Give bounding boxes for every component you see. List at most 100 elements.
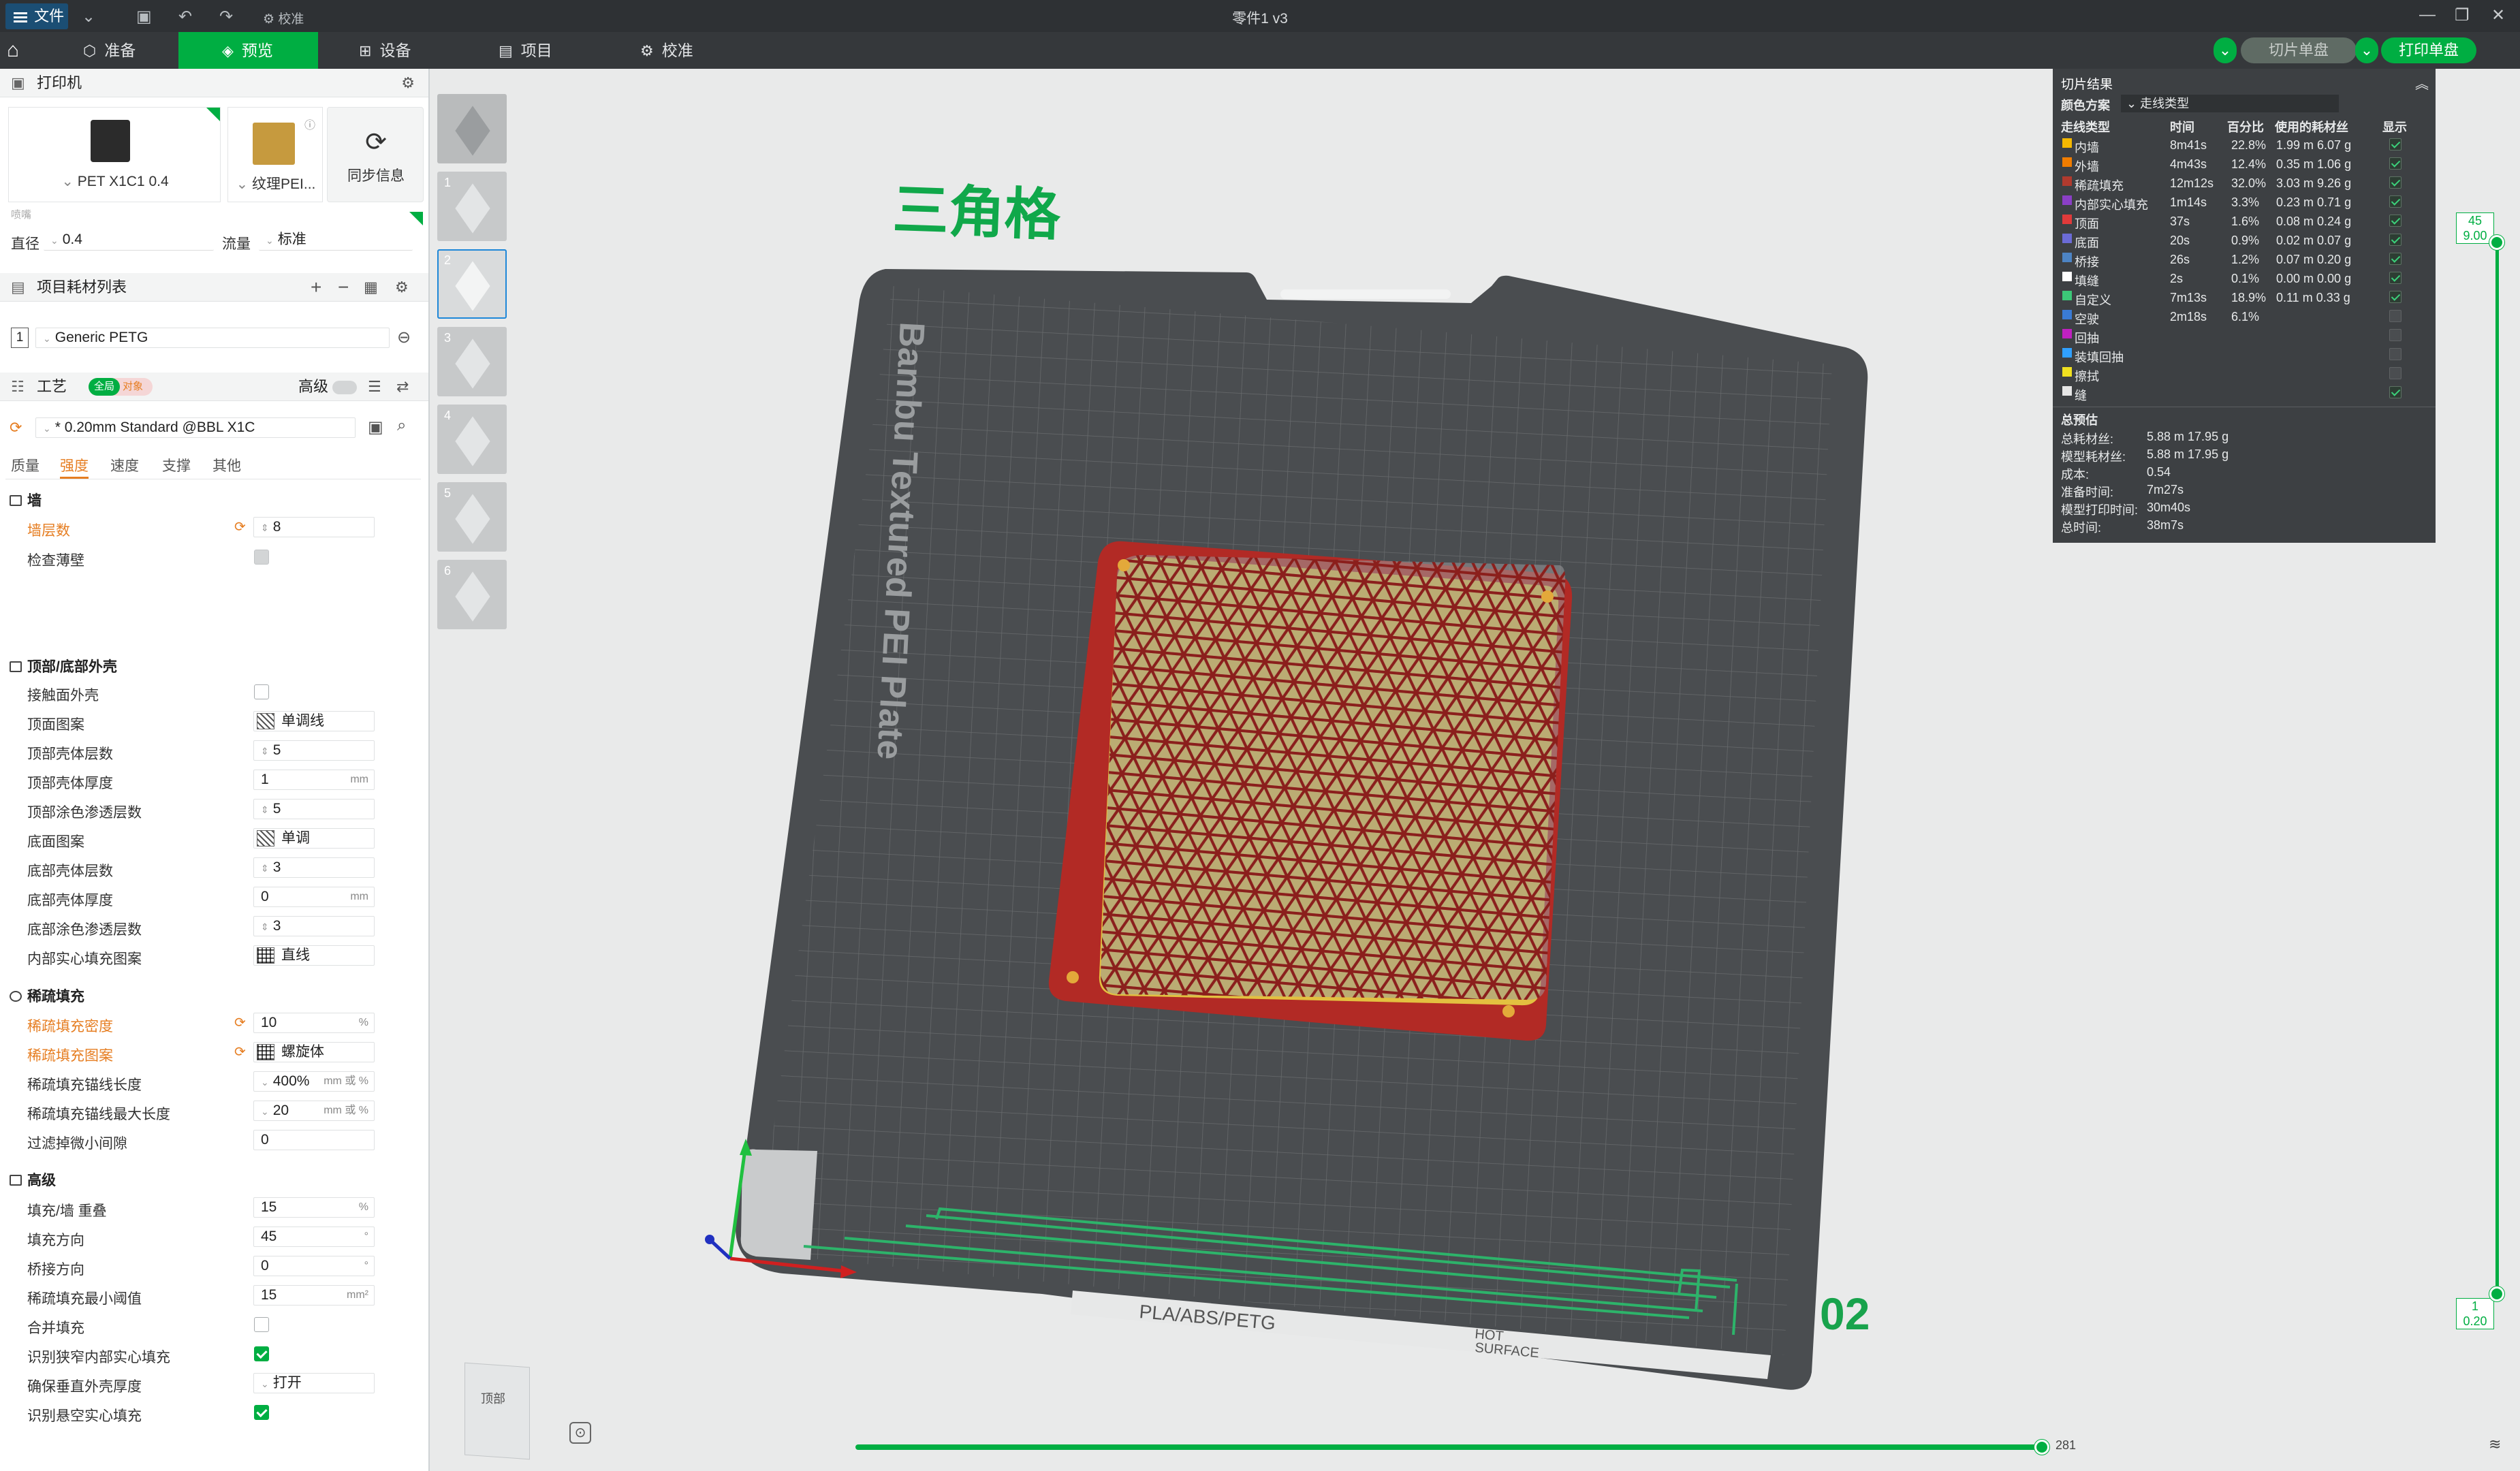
gear-icon[interactable]: ⚙: [395, 273, 409, 302]
remove-icon[interactable]: −: [338, 273, 349, 302]
close-icon[interactable]: ✕: [2491, 5, 2505, 25]
plate-thumbnail-0[interactable]: [437, 94, 507, 163]
top-pattern-select[interactable]: 单调线: [253, 711, 375, 731]
list-icon[interactable]: ☰: [368, 373, 381, 401]
slice-plate-button[interactable]: 切片单盘: [2241, 37, 2357, 63]
feature-visibility-checkbox[interactable]: [2389, 272, 2401, 284]
bottom-layers-input[interactable]: ⇕ 3: [253, 857, 375, 878]
anchor-max-input[interactable]: ⌄ 20 mm 或 %: [253, 1101, 375, 1121]
process-profile-select[interactable]: ⌄ * 0.20mm Standard @BBL X1C: [35, 417, 356, 438]
plate-thumbnail-5[interactable]: 5: [437, 482, 507, 552]
layers-toggle-icon[interactable]: ≋: [2489, 1436, 2501, 1453]
fit-view-icon[interactable]: ⊙: [569, 1422, 591, 1444]
reset-icon[interactable]: ⟳: [234, 1014, 246, 1031]
reset-icon[interactable]: ⟳: [234, 1043, 246, 1060]
internal-solid-select[interactable]: 直线: [253, 945, 375, 966]
filament-slot[interactable]: 1: [11, 328, 29, 348]
global-object-toggle[interactable]: 全局 对象: [89, 378, 153, 396]
tab-others[interactable]: 其他: [212, 455, 241, 475]
feature-visibility-checkbox[interactable]: [2389, 367, 2401, 379]
plate-thumbnail-1[interactable]: 1: [437, 172, 507, 241]
tab-project[interactable]: ▤ 项目: [492, 32, 594, 69]
save-profile-icon[interactable]: ▣: [368, 417, 383, 437]
feature-visibility-checkbox[interactable]: [2389, 291, 2401, 303]
layer-slider-track[interactable]: [2495, 242, 2499, 1295]
feature-visibility-checkbox[interactable]: [2389, 215, 2401, 227]
feature-visibility-checkbox[interactable]: [2389, 157, 2401, 170]
bottom-layer-handle[interactable]: [2489, 1286, 2504, 1301]
infill-direction-input[interactable]: 45 °: [253, 1227, 375, 1247]
filament-edit-icon[interactable]: ⊖: [397, 328, 411, 347]
collapse-icon[interactable]: ︽: [2415, 73, 2429, 93]
feature-visibility-checkbox[interactable]: [2389, 195, 2401, 208]
minimize-icon[interactable]: —: [2419, 5, 2436, 25]
flow-select[interactable]: ⌄ 标准: [259, 230, 413, 251]
print-plate-button[interactable]: 打印单盘: [2381, 37, 2476, 63]
process-reset-icon[interactable]: ⟳: [10, 419, 22, 437]
top-layer-handle[interactable]: [2489, 235, 2504, 250]
filament-select[interactable]: ⌄ Generic PETG: [35, 328, 390, 348]
diameter-select[interactable]: ⌄ 0.4: [44, 230, 214, 251]
top-paint-input[interactable]: ⇕ 5: [253, 799, 375, 819]
slice-dropdown-button[interactable]: ⌄: [2214, 37, 2237, 63]
search-icon[interactable]: ⌕: [397, 416, 406, 435]
vertical-shell-select[interactable]: ⌄ 打开: [253, 1373, 375, 1393]
plate-thumbnail-2[interactable]: 2: [437, 249, 507, 319]
compare-icon[interactable]: ⇄: [396, 373, 409, 401]
plate-type-card[interactable]: ⓘ ⌄ 纹理PEI...: [227, 107, 323, 202]
printer-card[interactable]: ⌄ PET X1C1 0.4: [8, 107, 221, 202]
add-icon[interactable]: +: [311, 273, 321, 302]
tab-support[interactable]: 支撑: [162, 455, 191, 475]
tab-calibrate[interactable]: ⚙ 校准: [633, 32, 736, 69]
top-layers-input[interactable]: ⇕ 5: [253, 740, 375, 761]
tab-device[interactable]: ⊞ 设备: [352, 32, 454, 69]
filament-settings-icon[interactable]: ▦: [364, 273, 378, 302]
anchor-input[interactable]: ⌄ 400% mm 或 %: [253, 1071, 375, 1092]
color-scheme-select[interactable]: ⌄ 走线类型: [2121, 95, 2339, 112]
bottom-pattern-select[interactable]: 单调: [253, 828, 375, 849]
interface-shells-checkbox[interactable]: [254, 684, 269, 699]
tab-quality[interactable]: 质量: [11, 455, 40, 475]
feature-visibility-checkbox[interactable]: [2389, 234, 2401, 246]
calibrate-icon: ⚙: [640, 42, 654, 59]
tab-speed[interactable]: 速度: [110, 455, 139, 475]
density-input[interactable]: 10%: [253, 1013, 375, 1033]
combine-infill-checkbox[interactable]: [254, 1317, 269, 1332]
feature-visibility-checkbox[interactable]: [2389, 310, 2401, 322]
infill-pattern-select[interactable]: 螺旋体: [253, 1042, 375, 1062]
bridge-direction-input[interactable]: 0 °: [253, 1256, 375, 1276]
gear-icon[interactable]: ⚙: [401, 69, 415, 97]
restore-icon[interactable]: ❐: [2455, 5, 2470, 25]
plate-thumbnail-6[interactable]: 6: [437, 560, 507, 629]
filter-gaps-input[interactable]: 0: [253, 1130, 375, 1150]
plate-thumbnail-4[interactable]: 4: [437, 405, 507, 474]
overhang-solid-checkbox[interactable]: [254, 1405, 269, 1420]
move-slider-track[interactable]: [855, 1444, 2042, 1450]
detect-thin-wall-checkbox[interactable]: [254, 550, 269, 565]
advanced-toggle[interactable]: [332, 381, 357, 394]
narrow-solid-checkbox[interactable]: [254, 1346, 269, 1361]
bottom-paint-input[interactable]: ⇕ 3: [253, 916, 375, 936]
feature-visibility-checkbox[interactable]: [2389, 386, 2401, 398]
top-thickness-input[interactable]: 1 mm: [253, 770, 375, 790]
feature-visibility-checkbox[interactable]: [2389, 329, 2401, 341]
overlap-input[interactable]: 15%: [253, 1197, 375, 1218]
plate-thumbnail-3[interactable]: 3: [437, 327, 507, 396]
tab-preview[interactable]: ◈ 预览: [178, 32, 318, 69]
reset-icon[interactable]: ⟳: [234, 518, 246, 535]
view-cube[interactable]: 顶部: [462, 1362, 530, 1460]
feature-visibility-checkbox[interactable]: [2389, 348, 2401, 360]
wall-loops-input[interactable]: ⇕ 8: [253, 517, 375, 537]
feature-visibility-checkbox[interactable]: [2389, 176, 2401, 189]
bottom-thickness-input[interactable]: 0 mm: [253, 887, 375, 907]
tab-strength[interactable]: 强度: [60, 455, 89, 479]
sync-info-button[interactable]: ⟳ 同步信息: [327, 107, 424, 202]
move-slider-handle[interactable]: [2034, 1440, 2049, 1455]
feature-visibility-checkbox[interactable]: [2389, 138, 2401, 151]
min-area-input[interactable]: 15 mm²: [253, 1285, 375, 1306]
print-dropdown-button[interactable]: ⌄: [2355, 37, 2378, 63]
tab-prepare[interactable]: ⬡ 准备: [76, 32, 178, 69]
sliced-model[interactable]: [1048, 541, 1580, 1041]
home-icon[interactable]: ⌂: [7, 39, 30, 62]
feature-visibility-checkbox[interactable]: [2389, 253, 2401, 265]
